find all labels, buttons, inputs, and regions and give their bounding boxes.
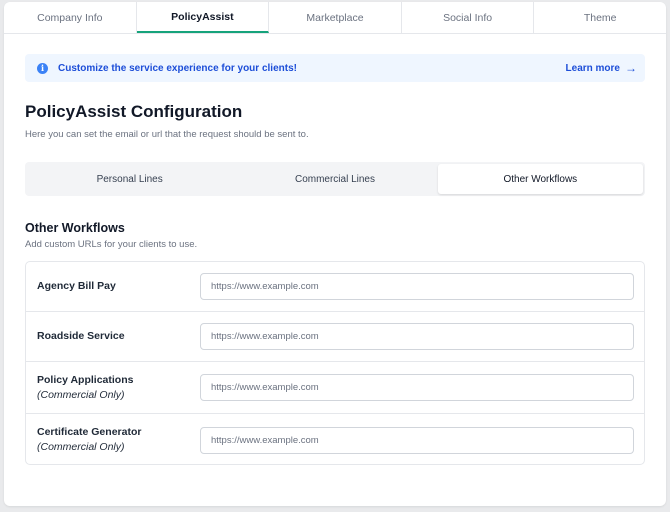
row-label-text: Certificate Generator bbox=[37, 426, 142, 438]
banner-text: Customize the service experience for you… bbox=[58, 62, 297, 74]
table-row: Roadside Service bbox=[26, 312, 644, 362]
page-title: PolicyAssist Configuration bbox=[25, 102, 243, 121]
workflow-url-table: Agency Bill Pay Roadside Service Policy … bbox=[25, 261, 645, 465]
certificate-generator-url-input[interactable] bbox=[200, 426, 634, 454]
row-label: Certificate Generator (Commercial Only) bbox=[37, 425, 141, 455]
learn-more-label: Learn more bbox=[565, 62, 620, 74]
page-subtitle: Here you can set the email or url that t… bbox=[25, 129, 309, 140]
row-label: Agency Bill Pay bbox=[37, 279, 116, 294]
arrow-right-icon: → bbox=[625, 61, 637, 75]
table-row: Policy Applications (Commercial Only) bbox=[26, 362, 644, 414]
row-label: Roadside Service bbox=[37, 329, 125, 344]
info-banner: i Customize the service experience for y… bbox=[25, 54, 645, 82]
policy-applications-url-input[interactable] bbox=[200, 374, 634, 401]
row-label-text: Policy Applications bbox=[37, 373, 134, 386]
tab-bar: Company Info PolicyAssist Marketplace So… bbox=[4, 2, 666, 34]
tab-policyassist[interactable]: PolicyAssist bbox=[136, 2, 270, 33]
roadside-service-url-input[interactable] bbox=[200, 323, 634, 350]
table-row: Certificate Generator (Commercial Only) bbox=[26, 414, 644, 466]
row-note: (Commercial Only) bbox=[37, 388, 125, 401]
section-title: Other Workflows bbox=[25, 221, 125, 235]
learn-more-link[interactable]: Learn more → bbox=[566, 61, 637, 75]
tab-company-info[interactable]: Company Info bbox=[4, 2, 137, 33]
tab-theme[interactable]: Theme bbox=[534, 2, 666, 33]
row-note: (Commercial Only) bbox=[37, 441, 125, 453]
settings-card: Company Info PolicyAssist Marketplace So… bbox=[4, 2, 666, 506]
row-label-text: Roadside Service bbox=[37, 330, 125, 342]
segment-commercial-lines[interactable]: Commercial Lines bbox=[232, 164, 437, 194]
row-label: Policy Applications (Commercial Only) bbox=[37, 373, 133, 403]
section-subtitle: Add custom URLs for your clients to use. bbox=[25, 239, 198, 250]
segment-personal-lines[interactable]: Personal Lines bbox=[27, 164, 232, 194]
table-row: Agency Bill Pay bbox=[26, 262, 644, 312]
tab-social-info[interactable]: Social Info bbox=[402, 2, 535, 33]
info-icon: i bbox=[37, 62, 48, 74]
workflow-segmented-control: Personal Lines Commercial Lines Other Wo… bbox=[25, 162, 645, 196]
agency-bill-pay-url-input[interactable] bbox=[200, 273, 634, 300]
tab-marketplace[interactable]: Marketplace bbox=[269, 2, 402, 33]
segment-other-workflows[interactable]: Other Workflows bbox=[437, 164, 643, 194]
row-label-text: Agency Bill Pay bbox=[37, 280, 116, 292]
